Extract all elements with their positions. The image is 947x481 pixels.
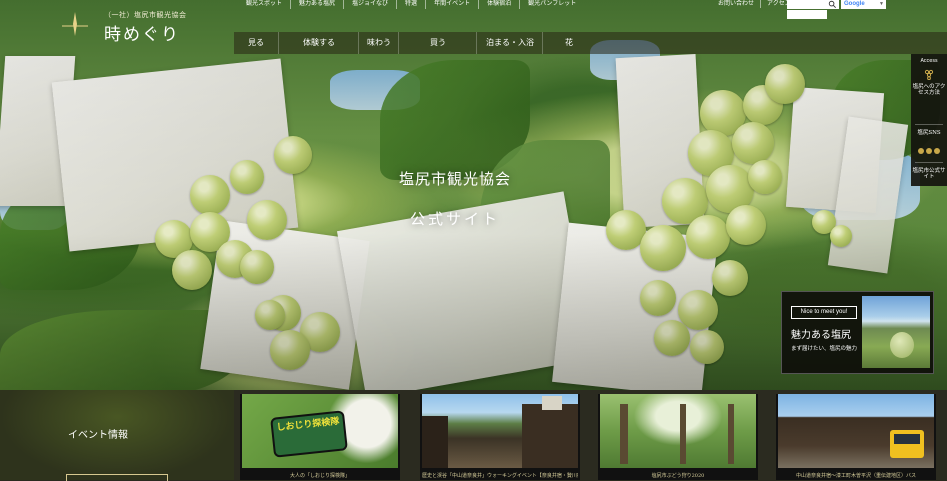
event-caption: 歴史と渓谷「中山道奈良井」ウォーキングイベント【奈良井宿・贄川宿】 <box>422 473 578 479</box>
events-heading: イベント情報 <box>68 430 128 441</box>
facebook-icon[interactable] <box>926 148 932 154</box>
google-translate-select[interactable]: Google ▼ <box>841 0 886 9</box>
logo-title: 時めぐり <box>104 25 180 45</box>
instagram-icon[interactable] <box>934 148 940 154</box>
search-box <box>787 0 839 19</box>
events-section: イベント情報 しおじり探検隊 大人の「しおじり探検隊」 歴史と渓谷「中山道奈良井… <box>0 390 947 481</box>
chevron-down-icon: ▼ <box>879 1 884 7</box>
mainnav-taste[interactable]: 味わう <box>358 32 399 54</box>
search-icon[interactable] <box>828 0 837 9</box>
right-sidebar: Access 塩尻へのアクセス方法 塩尻SNS 塩尻市公式サイト <box>911 54 947 186</box>
event-caption: 中山道奈良井宿～漆工町木曽平沢（重伝建地区）バス <box>795 473 916 479</box>
event-card[interactable]: 中山道奈良井宿～漆工町木曽平沢（重伝建地区）バス <box>776 394 936 480</box>
topnav-sightseeing[interactable]: 観光スポット <box>238 0 290 9</box>
mainnav-see[interactable]: 見る <box>234 32 278 54</box>
event-photo <box>600 394 756 468</box>
utility-links: お問い合わせ アクセス <box>712 0 797 8</box>
sundial-logo-icon <box>62 12 88 36</box>
event-photo <box>778 394 934 468</box>
event-caption: 大人の「しおじり探検隊」 <box>289 473 350 479</box>
main-navigation: 見る 体験する 味わう 買う 泊まる・入浴 花 <box>234 32 947 54</box>
topnav-pamphlet[interactable]: 観光パンフレット <box>519 0 584 9</box>
mainnav-flowers[interactable]: 花 <box>542 32 595 54</box>
site-logo[interactable]: （一社）塩尻市観光協会 時めぐり <box>60 6 188 45</box>
topnav-experience[interactable]: 体験宿泊 <box>478 0 519 9</box>
official-site-link[interactable]: 塩尻市公式サイト <box>911 168 947 180</box>
event-card[interactable]: しおじり探検隊 大人の「しおじり探検隊」 <box>240 394 400 480</box>
access-heading[interactable]: Access <box>911 58 947 64</box>
grape-icon <box>924 69 934 80</box>
twitter-icon[interactable] <box>918 148 924 154</box>
top-navigation: 観光スポット 魅力ある塩尻 塩ジョイなび 特選 年間イベント 体験宿泊 観光パン… <box>238 0 584 9</box>
sns-label: 塩尻SNS <box>917 130 941 136</box>
event-card[interactable]: 塩尻市ぶどう狩り2020 <box>598 394 758 480</box>
hero-title: 塩尻市観光協会 <box>398 170 511 188</box>
google-label: Google <box>844 1 865 7</box>
topnav-enjoy-navi[interactable]: 塩ジョイなび <box>343 0 396 9</box>
topnav-special[interactable]: 特選 <box>396 0 425 9</box>
topnav-charm[interactable]: 魅力ある塩尻 <box>290 0 343 9</box>
hero-subtitle: 公式サイト <box>409 210 500 228</box>
logo-subtitle: （一社）塩尻市観光協会 <box>104 11 187 19</box>
events-panel: イベント情報 <box>0 390 234 481</box>
vineyard-photo <box>862 296 930 368</box>
access-link-text[interactable]: 塩尻へのアクセス方法 <box>911 84 947 96</box>
event-card[interactable]: 歴史と渓谷「中山道奈良井」ウォーキングイベント【奈良井宿・贄川宿】 <box>420 394 580 480</box>
event-photo <box>422 394 578 468</box>
event-photo: しおじり探検隊 <box>242 394 398 468</box>
mainnav-experience[interactable]: 体験する <box>278 32 359 54</box>
promo-subtitle: まず届けたい、塩尻の魅力 <box>791 346 858 352</box>
event-caption: 塩尻市ぶどう狩り2020 <box>651 473 705 479</box>
contact-link[interactable]: お問い合わせ <box>712 0 760 8</box>
promo-tag: Nice to meet you! <box>791 306 857 319</box>
charm-promo-card[interactable]: Nice to meet you! 魅力ある塩尻 まず届けたい、塩尻の魅力 <box>781 291 934 374</box>
social-icons <box>911 148 947 158</box>
topnav-events[interactable]: 年間イベント <box>425 0 478 9</box>
mainnav-stay[interactable]: 泊まる・入浴 <box>476 32 543 54</box>
mainnav-buy[interactable]: 買う <box>398 32 477 54</box>
search-input[interactable] <box>787 9 827 19</box>
promo-title: 魅力ある塩尻 <box>791 330 851 341</box>
